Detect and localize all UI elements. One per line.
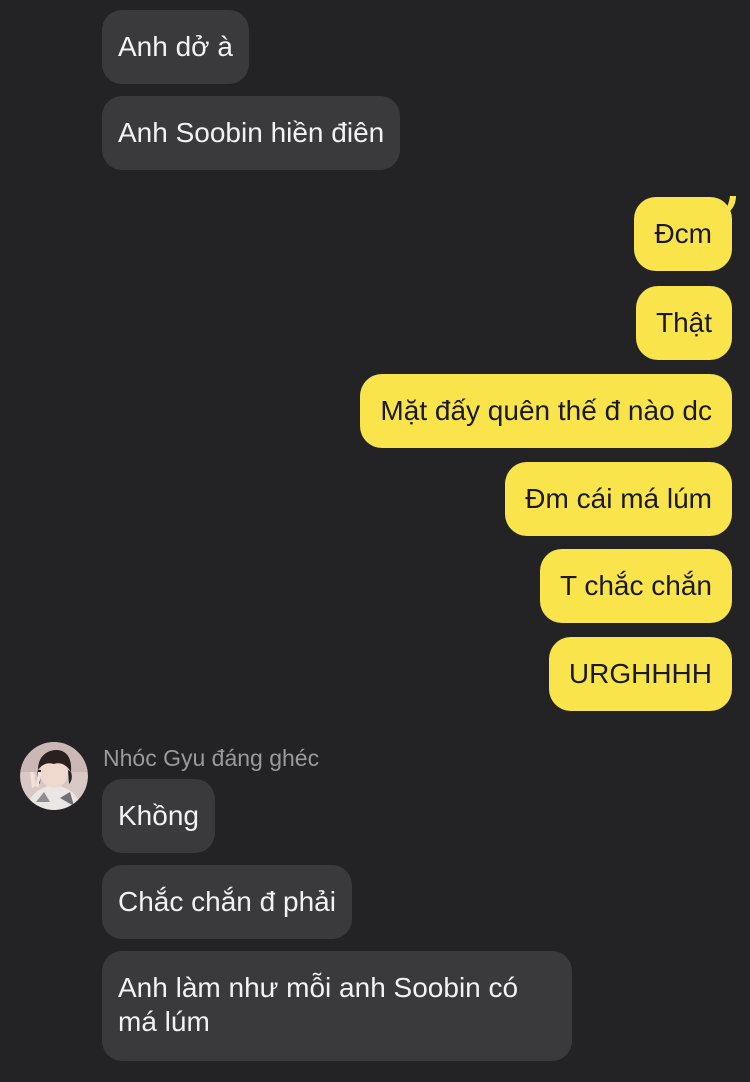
incoming-message-bubble[interactable]: Khồng (102, 779, 215, 853)
message-text-line: Anh làm như mỗi anh Soobin có (118, 972, 519, 1003)
message-text: Chắc chắn đ phải (118, 886, 336, 917)
incoming-message-bubble[interactable]: Chắc chắn đ phải (102, 865, 352, 939)
outgoing-message-bubble[interactable]: Đm cái má lúm (505, 462, 732, 536)
message-text: Khồng (118, 800, 199, 831)
incoming-message-bubble[interactable]: Anh làm như mỗi anh Soobin có má lúm (102, 951, 572, 1061)
message-text: Đcm (654, 218, 712, 249)
sender-avatar[interactable] (20, 742, 88, 810)
outgoing-message-bubble[interactable]: URGHHHH (548, 637, 732, 711)
message-text: Anh Soobin hiền điên (118, 117, 385, 148)
outgoing-message-bubble[interactable]: Thật (635, 286, 732, 360)
outgoing-message-bubble[interactable]: T chắc chắn (539, 549, 732, 623)
outgoing-message-bubble[interactable]: Mặt đấy quên thế đ nào dc (360, 374, 732, 448)
incoming-message-bubble[interactable]: Anh dở à (102, 10, 249, 84)
message-text: T chắc chắn (559, 570, 712, 601)
sender-name: Nhóc Gyu đáng ghéc (103, 745, 320, 771)
outgoing-message-bubble[interactable]: Đcm (634, 197, 732, 271)
message-text-line: má lúm (118, 1006, 210, 1037)
message-text: Thật (655, 307, 712, 338)
message-text: URGHHHH (568, 658, 712, 689)
message-text: Mặt đấy quên thế đ nào dc (380, 395, 712, 426)
message-text: Đm cái má lúm (525, 483, 712, 514)
message-text: Anh dở à (118, 31, 233, 62)
profile-photo-avatar-icon (20, 742, 88, 810)
incoming-message-bubble[interactable]: Anh Soobin hiền điên (102, 96, 401, 170)
